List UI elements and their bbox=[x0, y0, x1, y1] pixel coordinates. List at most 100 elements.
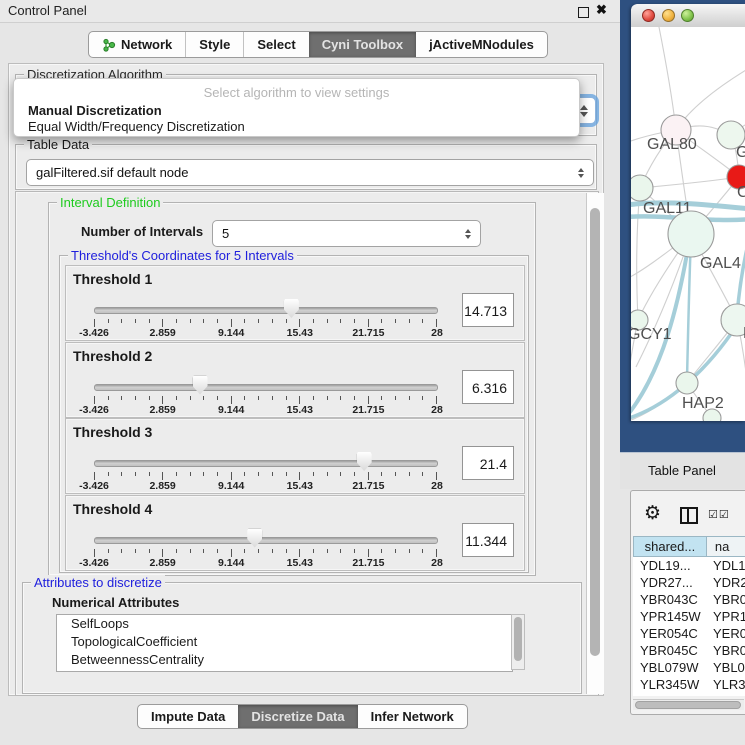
network-node[interactable] bbox=[676, 372, 698, 394]
slider-tick bbox=[272, 396, 273, 400]
gear-icon[interactable]: ⚙ bbox=[644, 504, 661, 523]
select-columns-icon[interactable]: ☑☑ bbox=[708, 508, 730, 521]
panel-vertical-scrollbar[interactable] bbox=[586, 193, 604, 694]
table-cell[interactable]: YIL0 bbox=[707, 693, 745, 696]
tab-cyni-toolbox[interactable]: Cyni Toolbox bbox=[309, 32, 416, 57]
table-cell[interactable]: YDR2 bbox=[707, 574, 745, 591]
table-row[interactable]: YER054CYER0 bbox=[633, 625, 745, 642]
tab-infer-network[interactable]: Infer Network bbox=[358, 705, 467, 728]
attribute-list-item[interactable]: TopologicalCoefficient bbox=[57, 633, 512, 651]
slider-tick bbox=[231, 549, 232, 557]
table-cell[interactable]: YBL079W bbox=[633, 659, 707, 676]
slider-tick-label: 28 bbox=[431, 480, 443, 492]
attribute-list-item[interactable]: BetweennessCentrality bbox=[57, 651, 512, 669]
slider-ticks bbox=[94, 396, 437, 404]
table-cell[interactable]: YER0 bbox=[707, 625, 745, 642]
table-cell[interactable]: YBR043C bbox=[633, 591, 707, 608]
slider-tick bbox=[162, 396, 163, 404]
table-row[interactable]: YPR145WYPR1 bbox=[633, 608, 745, 625]
slider-tick bbox=[422, 472, 423, 476]
table-cell[interactable]: YER054C bbox=[633, 625, 707, 642]
threshold-value-field[interactable]: 6.316 bbox=[462, 370, 514, 404]
table-row[interactable]: YDR27...YDR2 bbox=[633, 574, 745, 591]
float-window-icon[interactable] bbox=[578, 7, 589, 18]
table-cell[interactable]: YBR0 bbox=[707, 642, 745, 659]
table-row[interactable]: YLR345WYLR3 bbox=[633, 676, 745, 693]
algorithm-dropdown-popup: Select algorithm to view settings Manual… bbox=[13, 78, 580, 137]
scrollbar-thumb[interactable] bbox=[635, 701, 741, 709]
slider-thumb[interactable] bbox=[357, 452, 372, 471]
attributes-list-scrollbar[interactable] bbox=[511, 614, 525, 670]
threshold-value-field[interactable]: 21.4 bbox=[462, 446, 514, 480]
table-cell[interactable]: YPR145W bbox=[633, 608, 707, 625]
attribute-list-item[interactable]: SelfLoops bbox=[57, 615, 512, 633]
column-header-name[interactable]: na bbox=[707, 536, 745, 557]
scrollbar-thumb[interactable] bbox=[590, 208, 600, 656]
network-node[interactable] bbox=[631, 175, 653, 201]
zoom-traffic-light-icon[interactable] bbox=[681, 9, 694, 22]
tab-style[interactable]: Style bbox=[185, 32, 243, 57]
table-cell[interactable]: YDL1 bbox=[707, 557, 745, 574]
network-node[interactable] bbox=[721, 304, 745, 336]
slider-tick bbox=[313, 319, 314, 323]
slider-tick bbox=[381, 549, 382, 553]
table-cell[interactable]: YPR1 bbox=[707, 608, 745, 625]
slider-track[interactable] bbox=[94, 537, 438, 544]
table-cell[interactable]: YDL19... bbox=[633, 557, 707, 574]
threshold-panel: Threshold 1 -3.4262.8599.14415.4321.7152… bbox=[65, 265, 525, 341]
slider-tick bbox=[354, 472, 355, 476]
close-icon[interactable]: ✖ bbox=[596, 2, 607, 18]
tab-network[interactable]: Network bbox=[89, 32, 185, 57]
network-graph[interactable]: GAL80GALCGAL11GAL4GCY1HHAP2 bbox=[631, 27, 745, 421]
slider-tick bbox=[149, 396, 150, 400]
network-window-titlebar[interactable] bbox=[631, 4, 745, 28]
table-row[interactable]: YDL19...YDL1 bbox=[633, 557, 745, 574]
table-data-combobox[interactable]: galFiltered.sif default node bbox=[26, 159, 594, 186]
slider-thumb[interactable] bbox=[193, 376, 208, 395]
column-header-shared-name[interactable]: shared... bbox=[633, 536, 707, 557]
split-columns-icon[interactable] bbox=[680, 507, 698, 524]
table-panel-titlebar: Table Panel bbox=[620, 452, 745, 489]
tab-impute-data[interactable]: Impute Data bbox=[138, 705, 238, 728]
table-cell[interactable]: YBL0 bbox=[707, 659, 745, 676]
network-canvas[interactable]: GAL80GALCGAL11GAL4GCY1HHAP2 bbox=[631, 27, 745, 421]
table-cell[interactable]: YBR045C bbox=[633, 642, 707, 659]
table-horizontal-scrollbar[interactable] bbox=[633, 699, 744, 710]
popup-item-equal-width-frequency[interactable]: Equal Width/Frequency Discretization bbox=[17, 119, 584, 134]
close-traffic-light-icon[interactable] bbox=[642, 9, 655, 22]
popup-item-manual-discretization[interactable]: Manual Discretization bbox=[17, 103, 584, 118]
slider-thumb[interactable] bbox=[284, 299, 299, 318]
threshold-value-field[interactable]: 11.344 bbox=[462, 523, 514, 557]
table-row[interactable]: YBL079WYBL0 bbox=[633, 659, 745, 676]
tab-discretize-data[interactable]: Discretize Data bbox=[238, 705, 357, 728]
table-cell[interactable]: YLR3 bbox=[707, 676, 745, 693]
network-node[interactable] bbox=[668, 211, 714, 257]
slider-tick bbox=[149, 319, 150, 323]
scrollbar-thumb[interactable] bbox=[514, 617, 522, 661]
slider-track[interactable] bbox=[94, 307, 438, 314]
tab-select[interactable]: Select bbox=[243, 32, 308, 57]
network-node-label: HAP2 bbox=[682, 395, 724, 412]
slider-track[interactable] bbox=[94, 460, 438, 467]
table-row[interactable]: YIL052CYIL0 bbox=[633, 693, 745, 696]
network-edge-highlighted[interactable] bbox=[737, 232, 745, 315]
number-of-intervals-combobox[interactable]: 5 bbox=[212, 220, 481, 247]
table-cell[interactable]: YLR345W bbox=[633, 676, 707, 693]
tab-jactivemnodules[interactable]: jActiveMNodules bbox=[416, 32, 547, 57]
slider-thumb[interactable] bbox=[247, 529, 262, 548]
panel-title: Control Panel bbox=[8, 3, 87, 18]
network-edge[interactable] bbox=[658, 27, 676, 130]
network-edge[interactable] bbox=[637, 188, 640, 320]
slider-track[interactable] bbox=[94, 384, 438, 391]
table-cell[interactable]: YDR27... bbox=[633, 574, 707, 591]
table-cell[interactable]: YIL052C bbox=[633, 693, 707, 696]
slider-tick bbox=[368, 319, 369, 327]
table-cell[interactable]: YBR0 bbox=[707, 591, 745, 608]
combobox-value: 5 bbox=[213, 226, 459, 241]
minimize-traffic-light-icon[interactable] bbox=[662, 9, 675, 22]
threshold-value-field[interactable]: 14.713 bbox=[462, 293, 514, 327]
slider-tick bbox=[409, 472, 410, 476]
table-row[interactable]: YBR045CYBR0 bbox=[633, 642, 745, 659]
network-edge[interactable] bbox=[640, 177, 739, 188]
table-row[interactable]: YBR043CYBR0 bbox=[633, 591, 745, 608]
